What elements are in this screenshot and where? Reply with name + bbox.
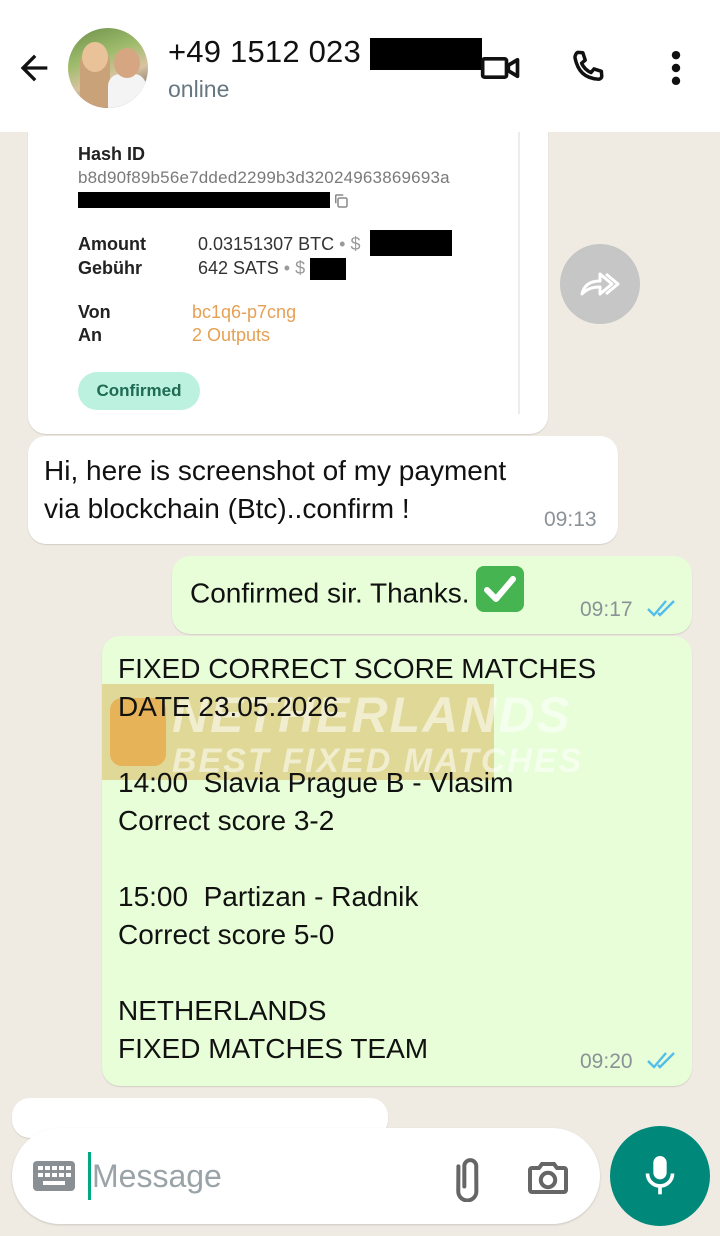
redaction-bar	[78, 192, 330, 208]
message-composer	[12, 1128, 600, 1224]
contact-avatar[interactable]	[68, 28, 148, 108]
message-time: 09:13	[544, 508, 597, 531]
from-value: bc1q6-p7cng	[192, 302, 297, 322]
copy-icon	[335, 194, 348, 208]
keyboard-icon[interactable]	[32, 1160, 76, 1192]
forward-button[interactable]	[560, 244, 640, 324]
amount-currency: $	[350, 234, 361, 254]
redaction-bar	[370, 230, 452, 256]
message-text: Confirmed sir. Thanks.	[190, 566, 524, 618]
back-arrow-icon[interactable]	[14, 48, 54, 88]
camera-icon[interactable]	[524, 1154, 572, 1202]
confirmed-status-badge: Confirmed	[78, 372, 200, 410]
check-mark-emoji-icon	[475, 566, 524, 612]
mic-icon	[645, 1156, 675, 1195]
avatar-face-left	[82, 42, 108, 72]
amount-btc: 0.03151307 BTC	[198, 234, 335, 254]
read-ticks-icon	[647, 1052, 675, 1069]
message-time: 09:20	[580, 1050, 633, 1073]
contact-status: online	[168, 76, 230, 102]
amount-sep: •	[339, 234, 346, 254]
message-input[interactable]	[92, 1150, 432, 1202]
contact-name[interactable]: +49 1512 023	[168, 34, 361, 70]
amount-value: 0.03151307 BTC • $	[198, 234, 360, 255]
message-text: Hi, here is screenshot of my payment via…	[44, 455, 507, 524]
avatar-person-right	[108, 74, 146, 108]
video-call-icon[interactable]	[478, 46, 524, 90]
hash-label: Hash ID	[78, 144, 146, 164]
more-vert-icon[interactable]	[660, 46, 692, 90]
message-text: FIXED CORRECT SCORE MATCHES DATE 23.05.2…	[118, 653, 597, 1064]
payment-receipt-image: Hash ID b8d90f89b56e7dded2299b3d32024963…	[58, 132, 520, 414]
fee-currency: $	[295, 258, 306, 278]
chat-area[interactable]: Hash ID b8d90f89b56e7dded2299b3d32024963…	[0, 132, 720, 1236]
chat-header: +49 1512 023 online	[0, 0, 720, 132]
read-ticks-icon	[647, 600, 675, 617]
from-label: Von	[78, 302, 111, 322]
incoming-message[interactable]: Hi, here is screenshot of my payment via…	[28, 436, 618, 544]
outgoing-message[interactable]: Confirmed sir. Thanks. 09:17	[172, 556, 692, 634]
to-label: An	[78, 325, 102, 345]
amount-label: Amount	[78, 234, 146, 254]
message-body: Confirmed sir. Thanks.	[190, 577, 470, 609]
hash-value: b8d90f89b56e7dded2299b3d32024963869693a	[78, 168, 450, 187]
avatar-face-right	[114, 48, 140, 78]
fee-label: Gebühr	[78, 258, 143, 278]
forward-icon	[580, 272, 620, 296]
voice-message-button[interactable]	[610, 1126, 710, 1226]
phone-icon[interactable]	[566, 46, 610, 90]
image-message[interactable]: Hash ID b8d90f89b56e7dded2299b3d32024963…	[28, 132, 548, 434]
attach-icon[interactable]	[446, 1154, 494, 1202]
redaction-bar	[310, 258, 346, 280]
text-caret	[88, 1152, 91, 1200]
outgoing-message[interactable]: NETHERLANDS BEST FIXED MATCHES FIXED COR…	[102, 636, 692, 1086]
to-value: 2 Outputs	[192, 325, 271, 345]
redaction-bar	[370, 38, 482, 70]
fee-value: 642 SATS • $	[198, 258, 305, 279]
fee-sats: 642 SATS	[198, 258, 279, 278]
message-time: 09:17	[580, 598, 633, 621]
fee-sep: •	[283, 258, 291, 278]
